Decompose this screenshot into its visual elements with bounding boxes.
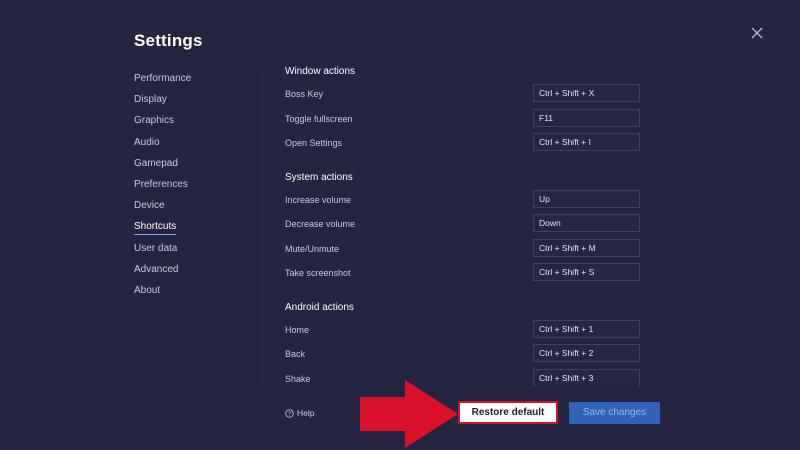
- sidebar-item-performance[interactable]: Performance: [134, 68, 254, 89]
- restore-default-button[interactable]: Restore default: [458, 401, 558, 424]
- mute-unmute-field[interactable]: Ctrl + Shift + M: [533, 238, 640, 257]
- settings-sidebar: Performance Display Graphics Audio Gamep…: [134, 68, 254, 301]
- shortcut-label: Shake: [285, 373, 311, 384]
- save-changes-button[interactable]: Save changes: [569, 402, 660, 424]
- sidebar-divider: [262, 68, 263, 388]
- sidebar-item-device[interactable]: Device: [134, 195, 254, 216]
- help-label: Help: [297, 408, 315, 418]
- shortcut-row: Toggle fullscreen F11: [285, 108, 645, 134]
- shortcut-label: Increase volume: [285, 194, 352, 205]
- shortcut-label: Open Settings: [285, 138, 343, 148]
- shortcut-row: Mute/Unmute Ctrl + Shift + M: [285, 238, 645, 264]
- sidebar-item-display[interactable]: Display: [134, 89, 254, 110]
- shortcut-row: Back Ctrl + Shift + 2: [285, 344, 645, 369]
- shake-field[interactable]: Ctrl + Shift + 3: [533, 368, 640, 386]
- take-screenshot-field[interactable]: Ctrl + Shift + S: [533, 263, 640, 281]
- shortcut-row: Open Settings Ctrl + Shift + I: [285, 133, 645, 158]
- shortcut-row: Home Ctrl + Shift + 1: [285, 319, 645, 345]
- boss-key-field[interactable]: Ctrl + Shift + X: [533, 84, 640, 102]
- shortcut-label: Take screenshot: [285, 268, 351, 278]
- sidebar-item-advanced[interactable]: Advanced: [134, 259, 254, 280]
- section-title-window-actions: Window actions: [285, 66, 356, 77]
- sidebar-item-gamepad[interactable]: Gamepad: [134, 153, 254, 174]
- back-field[interactable]: Ctrl + Shift + 2: [533, 344, 640, 362]
- shortcut-label: Decrease volume: [285, 219, 356, 229]
- decrease-volume-field[interactable]: Down: [533, 214, 640, 232]
- section-title-android-actions: Android actions: [285, 301, 354, 313]
- shortcut-row: Take screenshot Ctrl + Shift + S: [285, 263, 645, 288]
- sidebar-item-graphics[interactable]: Graphics: [134, 110, 254, 131]
- shortcut-label: Home: [285, 324, 310, 335]
- settings-panel: Settings Performance Display Graphics Au…: [0, 0, 800, 450]
- help-circle-icon: ?: [285, 408, 294, 418]
- home-field[interactable]: Ctrl + Shift + 1: [533, 319, 640, 338]
- open-settings-field[interactable]: Ctrl + Shift + I: [533, 133, 640, 151]
- shortcut-row: Boss Key Ctrl + Shift + X: [285, 84, 645, 109]
- red-arrow-icon: [360, 380, 458, 448]
- sidebar-item-shortcuts[interactable]: Shortcuts: [134, 216, 254, 237]
- toggle-fullscreen-field[interactable]: F11: [533, 108, 640, 127]
- sidebar-item-audio[interactable]: Audio: [134, 132, 254, 153]
- shortcut-row: Shake Ctrl + Shift + 3: [285, 368, 645, 386]
- sidebar-item-user-data[interactable]: User data: [134, 238, 254, 259]
- help-link[interactable]: ? Help: [285, 408, 314, 418]
- sidebar-item-about[interactable]: About: [134, 280, 254, 301]
- close-icon[interactable]: [749, 25, 765, 41]
- shortcut-label: Back: [285, 349, 306, 359]
- shortcut-label: Boss Key: [285, 89, 324, 99]
- sidebar-item-preferences[interactable]: Preferences: [134, 174, 254, 195]
- section-title-system-actions: System actions: [285, 171, 353, 183]
- shortcut-label: Mute/Unmute: [285, 243, 340, 254]
- shortcut-row: Decrease volume Down: [285, 214, 645, 239]
- page-title: Settings: [134, 31, 203, 50]
- shortcut-label: Toggle fullscreen: [285, 113, 353, 124]
- shortcuts-content[interactable]: Window actions Boss Key Ctrl + Shift + X…: [285, 62, 645, 386]
- increase-volume-field[interactable]: Up: [533, 189, 640, 208]
- shortcut-row: Increase volume Up: [285, 189, 645, 215]
